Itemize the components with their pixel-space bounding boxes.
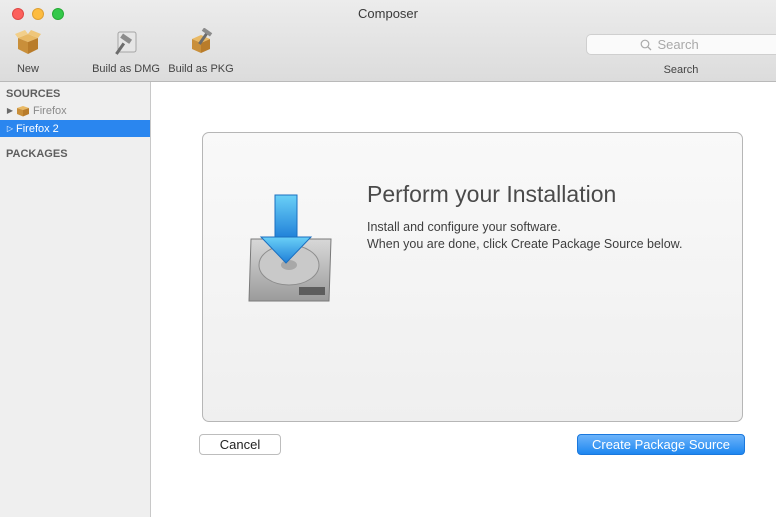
create-package-source-button[interactable]: Create Package Source bbox=[577, 434, 745, 455]
window-title: Composer bbox=[358, 6, 418, 21]
panel-instruction-1: Install and configure your software. bbox=[367, 220, 561, 234]
search-label: Search bbox=[663, 64, 699, 76]
sources-heading: SOURCES bbox=[6, 88, 61, 100]
sidebar-item-label: Firefox 2 bbox=[16, 122, 59, 135]
package-icon bbox=[17, 106, 29, 117]
new-label: New bbox=[16, 63, 39, 75]
search-field: Search bbox=[586, 34, 776, 76]
cancel-button[interactable]: Cancel bbox=[199, 434, 281, 455]
sidebar-item-firefox-2[interactable]: ▷ Firefox 2 bbox=[0, 120, 150, 137]
build-pkg-button[interactable]: Build as PKG bbox=[168, 27, 234, 78]
composer-window: Composer New Build as DMG Build as PKG S… bbox=[0, 0, 776, 517]
search-input[interactable] bbox=[655, 36, 724, 53]
new-button[interactable]: New bbox=[8, 28, 48, 78]
sidebar-item-label: Firefox bbox=[33, 104, 67, 117]
build-dmg-button[interactable]: Build as DMG bbox=[90, 28, 162, 78]
sidebar: SOURCES ▶ Firefox ▷ Firefox 2 PACKAGES bbox=[0, 82, 151, 517]
disclosure-triangle-icon[interactable]: ▶ bbox=[4, 106, 16, 115]
sidebar-item-firefox[interactable]: ▶ Firefox bbox=[0, 102, 150, 119]
title-toolbar: Composer New Build as DMG Build as PKG S… bbox=[0, 0, 776, 82]
package-hammer-icon bbox=[192, 27, 213, 53]
hard-drive-download-icon bbox=[248, 194, 332, 302]
build-pkg-label: Build as PKG bbox=[168, 63, 234, 75]
open-box-icon bbox=[15, 30, 41, 54]
search-icon bbox=[640, 39, 651, 50]
panel-instruction-2: When you are done, click Create Package … bbox=[367, 237, 683, 251]
build-dmg-label: Build as DMG bbox=[92, 63, 160, 75]
panel-title: Perform your Installation bbox=[367, 181, 617, 207]
installation-panel: Perform your Installation Install and co… bbox=[202, 132, 743, 422]
search-box[interactable] bbox=[586, 34, 776, 55]
disclosure-triangle-icon[interactable]: ▷ bbox=[4, 124, 16, 133]
packages-heading: PACKAGES bbox=[6, 148, 68, 160]
hammer-icon bbox=[115, 31, 137, 55]
